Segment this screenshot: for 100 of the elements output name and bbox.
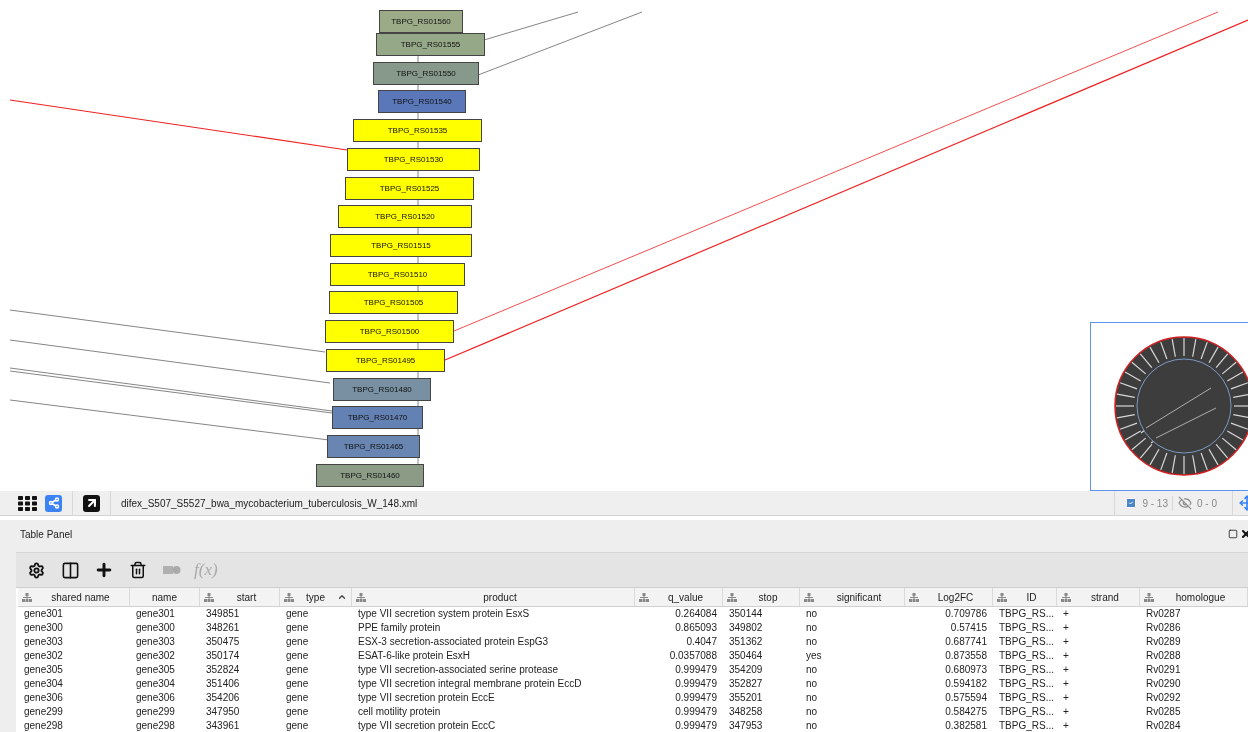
column-header[interactable]: significant: [800, 588, 905, 606]
table-cell-text: gene303: [23, 635, 64, 649]
table-cell-text: gene302: [23, 649, 64, 663]
table-cell-text: ESAT-6-like protein EsxH: [357, 649, 472, 663]
column-header[interactable]: type: [280, 588, 352, 606]
table-cell-text: gene305: [23, 663, 64, 677]
hierarchy-icon: [727, 592, 737, 602]
table-cell-text: yes: [805, 649, 823, 663]
hierarchy-icon: [997, 592, 1007, 602]
table-cell-text: 0.57415: [949, 621, 988, 635]
network-node[interactable]: TBPG_RS01540: [378, 90, 466, 113]
table-cell-text: Rv0288: [1145, 649, 1182, 663]
network-node[interactable]: TBPG_RS01520: [338, 205, 472, 228]
table-cell-text: Rv0291: [1145, 663, 1182, 677]
network-node[interactable]: TBPG_RS01480: [333, 378, 431, 401]
network-node[interactable]: TBPG_RS01550: [373, 62, 479, 85]
table-cell-text: 349851: [205, 607, 241, 621]
network-node[interactable]: TBPG_RS01505: [329, 291, 458, 314]
table-cell-text: 0.999479: [674, 691, 718, 705]
detach-icon[interactable]: [83, 494, 100, 512]
table-cell-text: gene306: [23, 691, 64, 705]
table-cell-text: gene: [285, 607, 310, 621]
table-cell-text: 349802: [728, 621, 764, 635]
column-header[interactable]: Log2FC: [905, 588, 993, 606]
table-cell-text: 347953: [728, 719, 764, 732]
network-node[interactable]: TBPG_RS01515: [330, 234, 472, 257]
table-cell-text: 0.4047: [685, 635, 718, 649]
hierarchy-icon: [1144, 592, 1154, 602]
column-header[interactable]: stop: [723, 588, 800, 606]
table-cell-text: 350475: [205, 635, 241, 649]
table-cell-text: TBPG_RS...: [998, 663, 1055, 677]
column-header[interactable]: q_value: [635, 588, 723, 606]
table-cell-text: 0.575594: [944, 691, 988, 705]
table-cell-text: TBPG_RS...: [998, 607, 1055, 621]
plus-icon: [94, 560, 114, 580]
table-cell-text: cell motility protein: [357, 705, 442, 719]
table-cell-text: gene301: [135, 607, 176, 621]
table-cell-text: 0.873558: [944, 649, 988, 663]
network-node[interactable]: TBPG_RS01460: [316, 464, 424, 487]
network-node[interactable]: TBPG_RS01530: [347, 148, 480, 171]
hierarchy-icon: [204, 592, 214, 602]
table-cell-text: gene303: [135, 635, 176, 649]
network-node[interactable]: TBPG_RS01560: [379, 10, 463, 33]
table-cell-text: 0.594182: [944, 677, 988, 691]
table-cell-text: 0.687741: [944, 635, 988, 649]
table-cell-text: 0.584275: [944, 705, 988, 719]
trash-icon: [129, 561, 147, 579]
column-header[interactable]: product: [352, 588, 635, 606]
table-cell-text: +: [1062, 719, 1070, 732]
table-cell-text: +: [1062, 607, 1070, 621]
table-cell-text: no: [805, 677, 819, 691]
table-cell-text: 0.382581: [944, 719, 988, 732]
table-cell-text: 0.999479: [674, 719, 718, 732]
table-cell-text: gene: [285, 663, 310, 677]
column-header[interactable]: homologue: [1140, 588, 1248, 606]
table-cell-text: no: [805, 621, 819, 635]
hidden-icon: [1178, 496, 1192, 510]
column-header[interactable]: shared name: [18, 588, 130, 606]
table-cell-text: ESX-3 secretion-associated protein EspG3: [357, 635, 550, 649]
table-cell-text: +: [1062, 691, 1070, 705]
grid-icon[interactable]: [18, 495, 37, 511]
table-cell-text: gene: [285, 621, 310, 635]
sort-icon: [337, 592, 347, 602]
table-cell-text: type VII secretion integral membrane protein EccD: [357, 677, 583, 691]
table-cell-text: gene299: [23, 705, 64, 719]
table-cell-text: TBPG_RS...: [998, 719, 1055, 732]
table-cell-text: gene: [285, 691, 310, 705]
network-node[interactable]: TBPG_RS01500: [325, 320, 454, 343]
table-cell-text: 351362: [728, 635, 764, 649]
network-node[interactable]: TBPG_RS01495: [326, 349, 445, 372]
column-header[interactable]: ID: [993, 588, 1057, 606]
table-cell-text: gene: [285, 649, 310, 663]
column-header[interactable]: strand: [1057, 588, 1140, 606]
table-cell-text: 354206: [205, 691, 241, 705]
column-header[interactable]: start: [200, 588, 280, 606]
table-cell-text: TBPG_RS...: [998, 691, 1055, 705]
table-cell-text: Rv0289: [1145, 635, 1182, 649]
network-node[interactable]: TBPG_RS01510: [330, 263, 465, 286]
float-icon[interactable]: [1228, 529, 1238, 539]
table-link-icon: [163, 565, 181, 575]
table-cell-text: type VII secretion-associated serine protease: [357, 663, 560, 677]
share-icon[interactable]: [45, 494, 62, 512]
table-cell-text: gene: [285, 719, 310, 732]
column-header[interactable]: name: [130, 588, 200, 606]
table-cell-text: 348258: [728, 705, 764, 719]
table-cell-text: gene305: [135, 663, 176, 677]
hierarchy-icon: [284, 592, 294, 602]
table-cell-text: TBPG_RS...: [998, 677, 1055, 691]
network-node[interactable]: TBPG_RS01535: [353, 119, 482, 142]
network-node[interactable]: TBPG_RS01555: [376, 33, 485, 56]
table-cell-text: no: [805, 705, 819, 719]
network-node[interactable]: TBPG_RS01470: [332, 406, 423, 429]
table-cell-text: gene298: [23, 719, 64, 732]
network-node[interactable]: TBPG_RS01525: [345, 177, 474, 200]
table-cell-text: +: [1062, 677, 1070, 691]
network-node[interactable]: TBPG_RS01465: [327, 435, 420, 458]
table-cell-text: 351406: [205, 677, 241, 691]
table-cell-text: no: [805, 635, 819, 649]
table-cell-text: +: [1062, 663, 1070, 677]
table-cell-text: +: [1062, 635, 1070, 649]
